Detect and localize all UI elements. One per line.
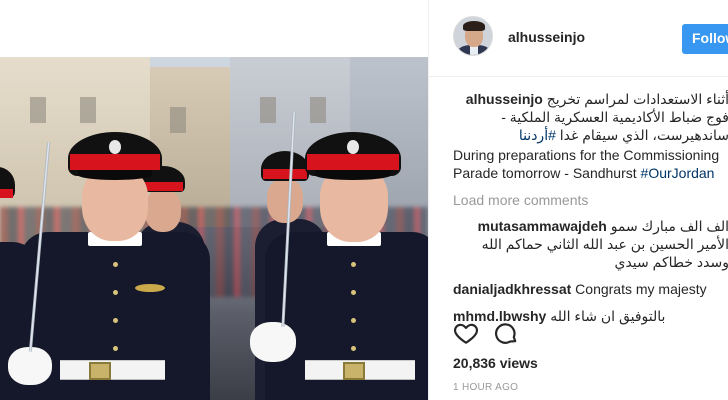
- building-window: [30, 97, 46, 123]
- comment-username[interactable]: mutasammawajdeh: [478, 218, 607, 234]
- comment-item: mutasammawajdeh الف الف مبارك سمو الأمير…: [453, 217, 728, 271]
- hashtag-link[interactable]: #OurJordan: [641, 165, 715, 181]
- post-media-pane: [0, 0, 428, 400]
- follow-button[interactable]: Follow: [682, 24, 728, 54]
- comment-username[interactable]: danialjadkhressat: [453, 281, 571, 297]
- avatar[interactable]: [453, 16, 493, 56]
- post-actions: [453, 320, 728, 348]
- comments-section: alhusseinjo أثناء الاستعدادات لمراسم تخر…: [453, 90, 728, 325]
- view-count[interactable]: 20,836 views: [453, 355, 538, 371]
- caption-arabic: alhusseinjo أثناء الاستعدادات لمراسم تخر…: [453, 90, 728, 144]
- building-window: [170, 107, 186, 133]
- post-author-username[interactable]: alhusseinjo: [508, 29, 585, 45]
- post-photo[interactable]: [0, 57, 428, 400]
- caption-username[interactable]: alhusseinjo: [466, 91, 543, 107]
- caption-english: During preparations for the Commissionin…: [453, 146, 728, 182]
- building-window: [260, 97, 276, 123]
- building-window: [310, 97, 326, 123]
- load-more-comments-link[interactable]: Load more comments: [453, 192, 728, 208]
- comment-text: Congrats my majesty: [575, 281, 707, 297]
- comment-item: danialjadkhressat Congrats my majesty: [453, 280, 728, 298]
- comment-bubble-icon[interactable]: [493, 320, 519, 346]
- building-window: [80, 97, 96, 123]
- hashtag-link[interactable]: #أردننا: [519, 127, 556, 143]
- post-timestamp[interactable]: 1 HOUR AGO: [453, 382, 518, 393]
- heart-icon[interactable]: [453, 320, 479, 346]
- post-header: alhusseinjo Follow: [429, 0, 728, 77]
- post-side-panel: alhusseinjo Follow alhusseinjo أثناء الا…: [428, 0, 728, 400]
